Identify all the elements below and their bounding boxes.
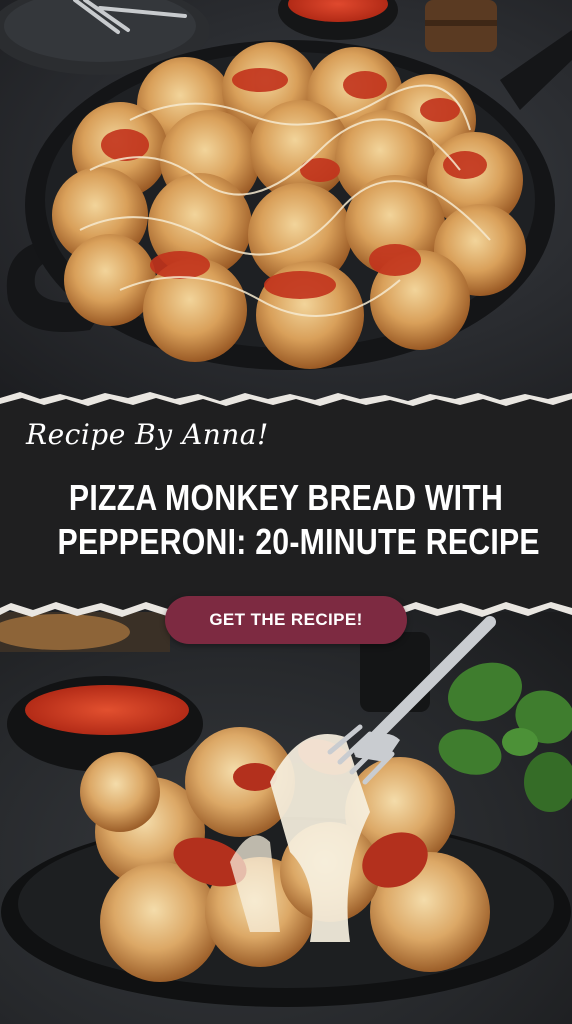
top-food-photo	[0, 0, 572, 400]
byline-script-text: Recipe By Anna!	[26, 418, 269, 451]
bottom-food-photo	[0, 612, 572, 1024]
get-recipe-button[interactable]: GET THE RECIPE!	[165, 596, 407, 644]
recipe-headline: PIZZA MONKEY BREAD WITH PEPPERONI: 20-MI…	[57, 476, 540, 564]
headline-line-1: PIZZA MONKEY BREAD WITH	[68, 477, 504, 518]
headline-line-2: PEPPERONI: 20-MINUTE RECIPE	[57, 521, 540, 562]
skillet-monkey-bread-photo	[0, 0, 572, 370]
cheese-pull-monkey-bread-photo	[0, 612, 572, 1007]
